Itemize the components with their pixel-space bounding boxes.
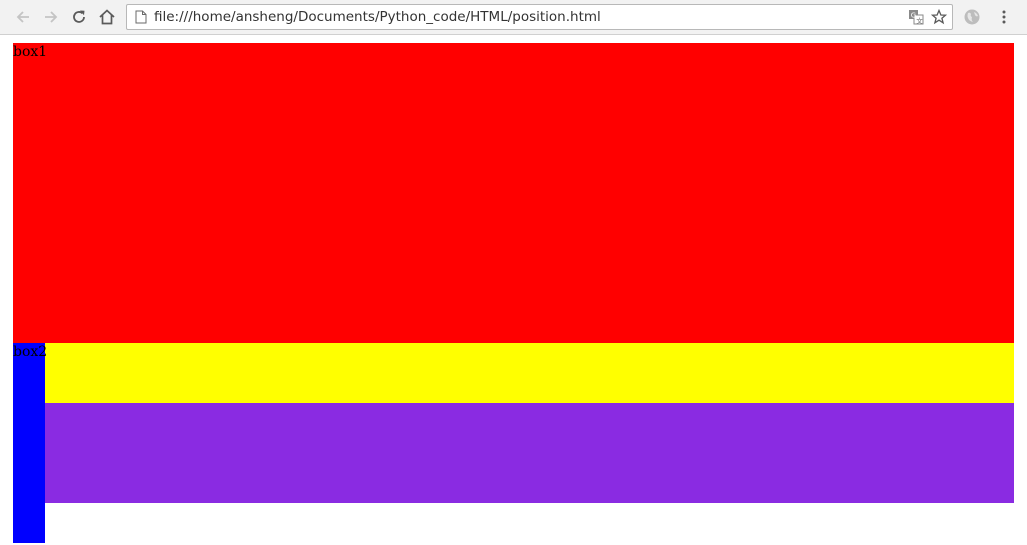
- globe-icon: [964, 9, 980, 25]
- arrow-right-icon: [45, 11, 58, 23]
- yellow-box: [45, 343, 1014, 403]
- extension-button[interactable]: [959, 4, 985, 30]
- svg-text:文: 文: [916, 16, 923, 25]
- browser-window: file:///home/ansheng/Documents/Python_co…: [0, 0, 1027, 545]
- back-button[interactable]: [10, 4, 36, 30]
- translate-icon: G 文: [909, 10, 924, 25]
- box2-label: box2: [13, 344, 48, 360]
- purple-box: [45, 403, 1014, 503]
- box1-label: box1: [13, 44, 48, 60]
- menu-button[interactable]: [991, 4, 1017, 30]
- page-viewport: box1 box2: [0, 35, 1027, 545]
- file-page-icon: [135, 10, 147, 24]
- box2: box2: [13, 343, 48, 543]
- home-button[interactable]: [94, 4, 120, 30]
- forward-button[interactable]: [38, 4, 64, 30]
- bookmark-button[interactable]: [930, 8, 948, 26]
- address-bar[interactable]: file:///home/ansheng/Documents/Python_co…: [126, 4, 953, 30]
- star-icon: [931, 9, 947, 25]
- box1: box1: [13, 43, 1014, 343]
- reload-icon: [73, 10, 85, 23]
- reload-button[interactable]: [66, 4, 92, 30]
- arrow-left-icon: [16, 11, 29, 23]
- three-dot-menu-icon: [1002, 10, 1006, 24]
- home-icon: [99, 9, 115, 25]
- translate-button[interactable]: G 文: [907, 8, 925, 26]
- browser-toolbar: file:///home/ansheng/Documents/Python_co…: [0, 0, 1027, 35]
- url-text: file:///home/ansheng/Documents/Python_co…: [154, 9, 601, 25]
